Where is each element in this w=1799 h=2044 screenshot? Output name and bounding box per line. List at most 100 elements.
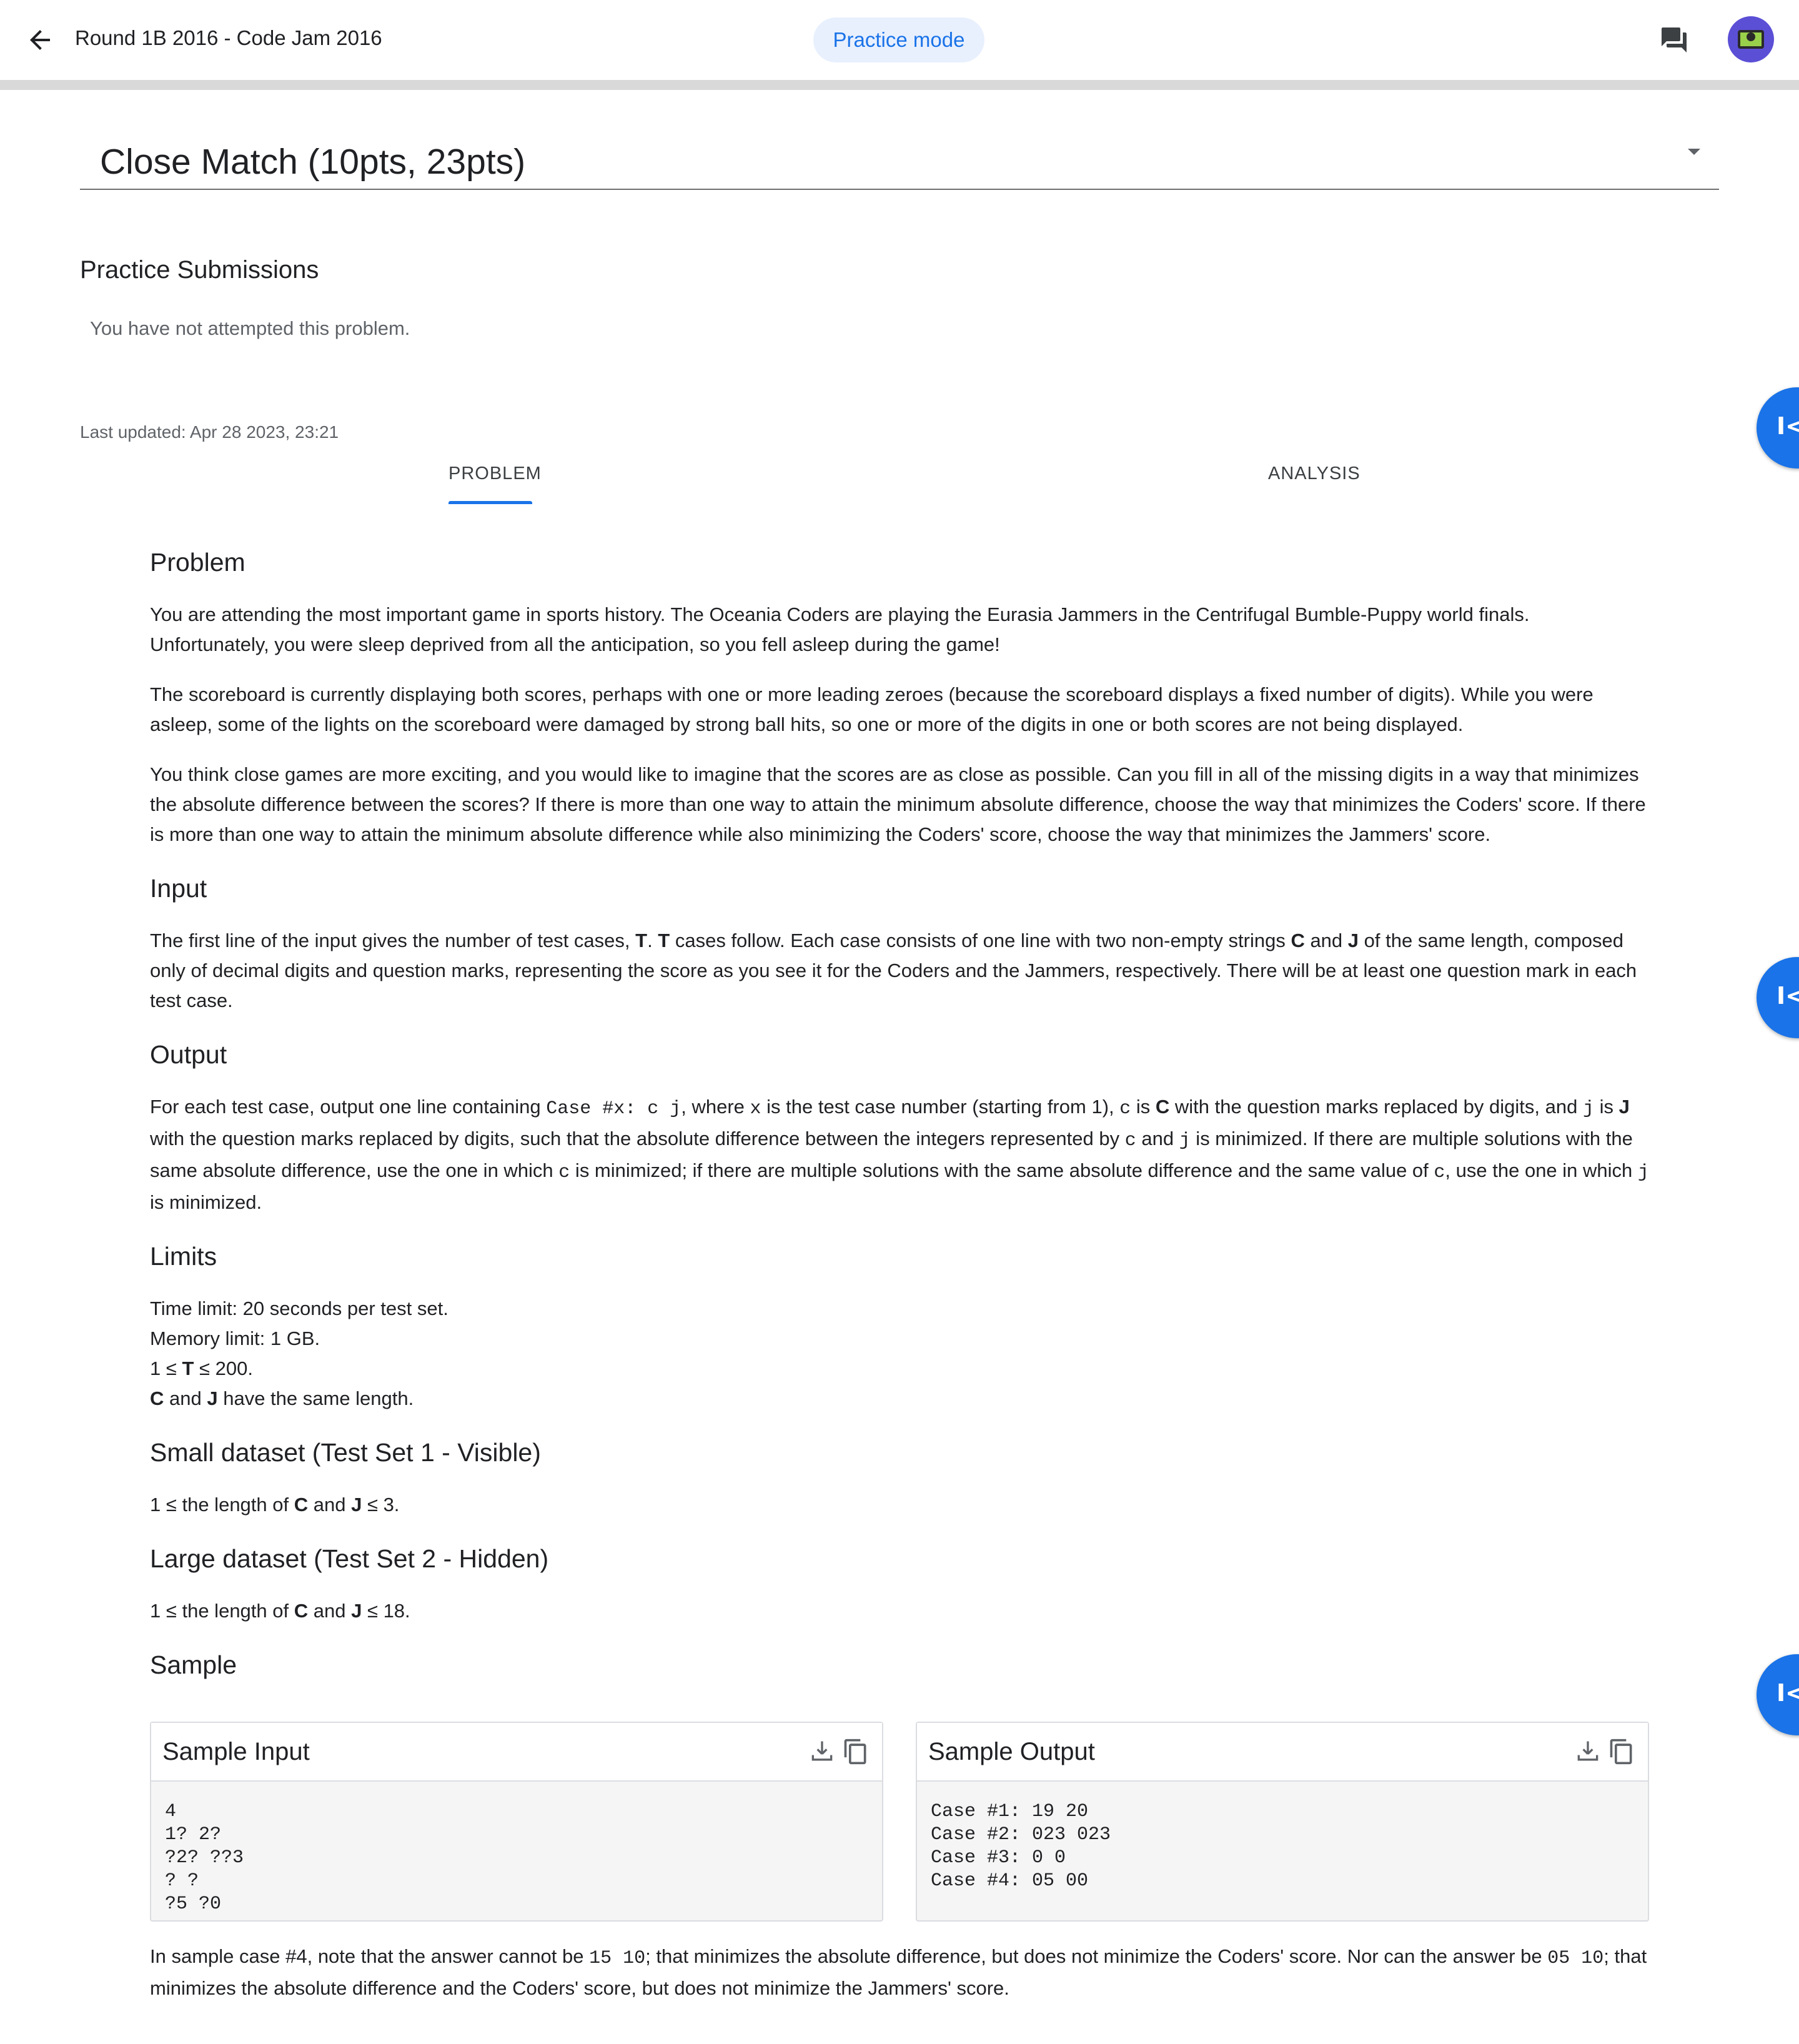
var-C: C bbox=[1155, 1096, 1170, 1118]
var-C: C bbox=[150, 1387, 164, 1409]
sample-output-line: Case #2: 023 023 bbox=[931, 1824, 1111, 1845]
text: and bbox=[164, 1387, 207, 1409]
text: have the same length. bbox=[217, 1387, 414, 1409]
active-tab-indicator bbox=[449, 501, 532, 504]
sample-input-content: 4 1? 2? ?2? ??3? ? ?5 ?0 bbox=[151, 1782, 882, 1935]
collapse-panel-button[interactable]: I< bbox=[1757, 957, 1799, 1038]
problem-paragraph: You are attending the most important gam… bbox=[150, 603, 1530, 655]
last-updated: Last updated: Apr 28 2023, 23:21 bbox=[80, 422, 339, 442]
text: and bbox=[308, 1600, 352, 1622]
memory-limit: Memory limit: 1 GB. bbox=[150, 1327, 320, 1349]
problem-paragraph: You think close games are more exciting,… bbox=[150, 763, 1646, 845]
large-dataset-heading: Large dataset (Test Set 2 - Hidden) bbox=[150, 1544, 549, 1573]
code: 05 10 bbox=[1547, 1948, 1604, 1969]
avatar-image-dot bbox=[1747, 32, 1755, 41]
tab-analysis[interactable]: ANALYSIS bbox=[1268, 464, 1360, 484]
text: 1 ≤ bbox=[150, 1357, 182, 1379]
problem-selector-value: Close Match (10pts, 23pts) bbox=[100, 142, 526, 182]
sample-input-line: ? ? bbox=[165, 1870, 199, 1892]
top-bar-divider bbox=[0, 80, 1799, 90]
code: c bbox=[1119, 1098, 1131, 1119]
text: ≤ 18. bbox=[362, 1600, 410, 1622]
tab-problem[interactable]: PROBLEM bbox=[449, 464, 542, 484]
sample-output-content: Case #1: 19 20 Case #2: 023 023 Case #3: 0… bbox=[917, 1782, 1648, 1912]
sample-output-line: Case #4: 05 00 bbox=[931, 1870, 1089, 1892]
problem-statement: Problem You are attending the most impor… bbox=[150, 543, 1649, 1702]
sample-output-title: Sample Output bbox=[928, 1738, 1095, 1765]
collapse-panel-button[interactable]: I< bbox=[1757, 387, 1799, 469]
sample-input-header: Sample Input bbox=[151, 1723, 882, 1782]
sample-input-line: ?5 ?0 bbox=[165, 1893, 222, 1915]
var-J: J bbox=[1347, 930, 1359, 951]
text: is bbox=[1131, 1096, 1156, 1118]
copy-icon[interactable] bbox=[1608, 1738, 1635, 1765]
text: , use the one in which bbox=[1445, 1159, 1638, 1181]
small-dataset-paragraph: 1 ≤ the length of C and J ≤ 3. bbox=[150, 1490, 1649, 1520]
var-J: J bbox=[351, 1494, 362, 1516]
submissions-title: Practice Submissions bbox=[80, 256, 319, 284]
sample-output-line: Case #3: 0 0 bbox=[931, 1847, 1066, 1868]
text: ; that minimizes the absolute difference… bbox=[645, 1945, 1548, 1967]
code: j bbox=[1582, 1098, 1594, 1119]
text: with the question marks replaced by digi… bbox=[150, 1128, 1125, 1149]
copy-icon[interactable] bbox=[842, 1738, 870, 1765]
var-T: T bbox=[635, 930, 648, 951]
text: The first line of the input gives the nu… bbox=[150, 930, 636, 951]
var-J: J bbox=[207, 1387, 218, 1409]
contest-title: Round 1B 2016 - Code Jam 2016 bbox=[75, 26, 382, 49]
sample-output-box: Sample Output Case #1: 19 20 Case #2: 023… bbox=[916, 1722, 1649, 1922]
small-dataset-heading: Small dataset (Test Set 1 - Visible) bbox=[150, 1438, 541, 1467]
problem-selector[interactable]: Close Match (10pts, 23pts) bbox=[80, 125, 1719, 190]
text: is bbox=[1593, 1096, 1619, 1118]
var-C: C bbox=[294, 1494, 309, 1516]
var-T: T bbox=[182, 1357, 194, 1379]
dropdown-caret-icon[interactable] bbox=[1688, 149, 1700, 155]
text: In sample case #4, note that the answer … bbox=[150, 1945, 590, 1967]
code: 15 10 bbox=[589, 1948, 646, 1969]
text: and bbox=[1304, 930, 1348, 951]
text: ≤ 200. bbox=[194, 1357, 253, 1379]
text: is the test case number (starting from 1… bbox=[761, 1096, 1120, 1118]
problem-heading: Problem bbox=[150, 548, 245, 577]
code: j bbox=[1637, 1162, 1649, 1183]
download-icon[interactable] bbox=[1574, 1738, 1602, 1765]
code: x bbox=[750, 1098, 761, 1119]
user-avatar[interactable] bbox=[1728, 16, 1774, 62]
var-C: C bbox=[1291, 930, 1305, 951]
collapse-left-icon: I< bbox=[1777, 1679, 1799, 1707]
sample-input-line: ?2? ??3 bbox=[165, 1847, 244, 1868]
submissions-status: You have not attempted this problem. bbox=[90, 317, 410, 339]
output-paragraph: For each test case, output one line cont… bbox=[150, 1092, 1649, 1218]
input-paragraph: The first line of the input gives the nu… bbox=[150, 926, 1649, 1016]
chat-icon[interactable] bbox=[1659, 25, 1689, 55]
code: Case #x: c j bbox=[546, 1098, 681, 1119]
sample-output-line: Case #1: 19 20 bbox=[931, 1801, 1089, 1822]
text: For each test case, output one line cont… bbox=[150, 1096, 547, 1118]
collapse-panel-button[interactable]: I< bbox=[1757, 1654, 1799, 1735]
code: c bbox=[1434, 1162, 1445, 1183]
sample-input-box: Sample Input 4 1? 2? ?2? ??3? ? ?5 ?0 bbox=[150, 1722, 883, 1922]
sample-input-line: 1? 2? bbox=[165, 1824, 222, 1845]
var-J: J bbox=[1618, 1096, 1630, 1118]
limits-paragraph: Time limit: 20 seconds per test set. Mem… bbox=[150, 1294, 1649, 1414]
output-heading: Output bbox=[150, 1040, 227, 1069]
problem-paragraph: The scoreboard is currently displaying b… bbox=[150, 683, 1593, 735]
sample-note: In sample case #4, note that the answer … bbox=[150, 1942, 1649, 2003]
text: cases follow. Each case consists of one … bbox=[670, 930, 1291, 951]
input-heading: Input bbox=[150, 874, 207, 903]
var-C: C bbox=[294, 1600, 309, 1622]
code: j bbox=[1179, 1130, 1191, 1151]
sample-output-header: Sample Output bbox=[917, 1723, 1648, 1782]
text: . bbox=[647, 930, 658, 951]
practice-mode-chip[interactable]: Practice mode bbox=[813, 17, 984, 62]
var-J: J bbox=[351, 1600, 362, 1622]
large-dataset-paragraph: 1 ≤ the length of C and J ≤ 18. bbox=[150, 1596, 1649, 1626]
sample-input-line: 4 bbox=[165, 1801, 177, 1822]
text: 1 ≤ the length of bbox=[150, 1600, 294, 1622]
var-T: T bbox=[658, 930, 670, 951]
text: ≤ 3. bbox=[362, 1494, 400, 1516]
text: and bbox=[1136, 1128, 1179, 1149]
back-arrow-icon[interactable] bbox=[25, 25, 55, 55]
download-icon[interactable] bbox=[808, 1738, 836, 1765]
text: 1 ≤ the length of bbox=[150, 1494, 294, 1516]
